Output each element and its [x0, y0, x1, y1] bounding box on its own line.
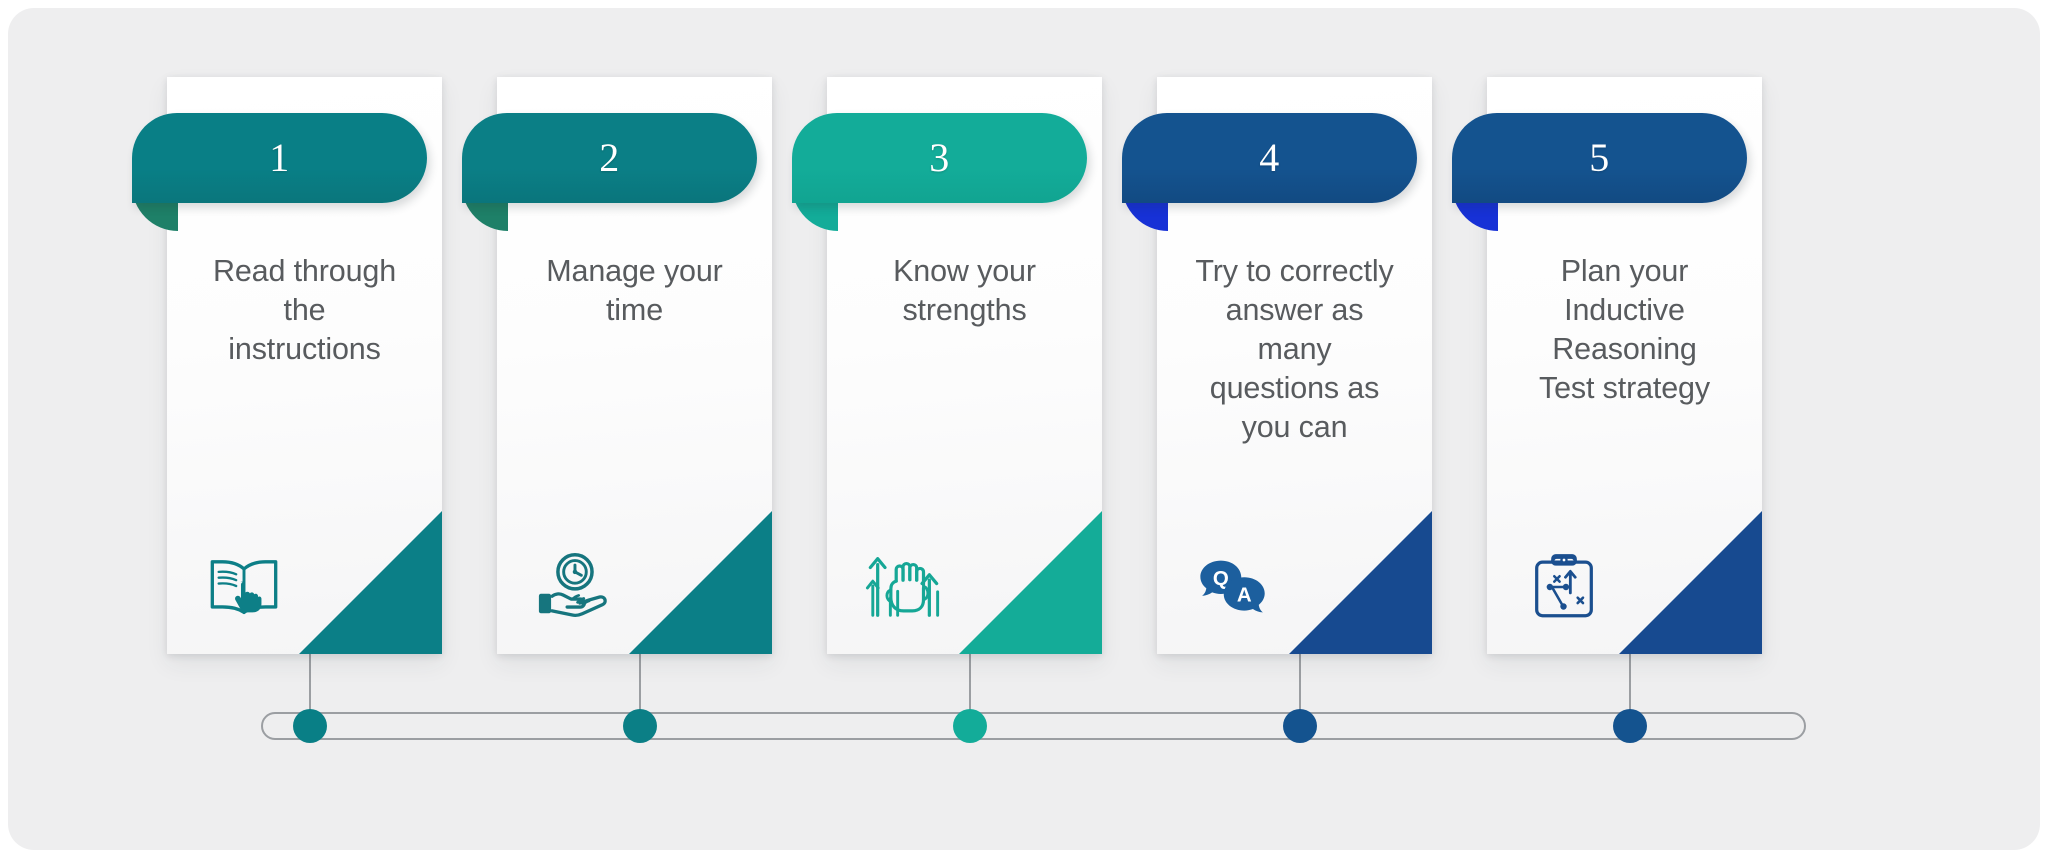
- step-card-1[interactable]: Read through the instructions: [167, 77, 442, 654]
- step-title-1: Read through the instructions: [212, 254, 397, 366]
- open-book-with-pointing-hand-icon: [205, 550, 283, 622]
- step-card-2[interactable]: Manage your time: [497, 77, 772, 654]
- svg-text:A: A: [1237, 584, 1252, 607]
- progress-timeline-track[interactable]: [261, 712, 1806, 740]
- question-answer-speech-bubbles-icon: QA: [1195, 550, 1273, 622]
- step-card-3[interactable]: Know your strengths: [827, 77, 1102, 654]
- card-corner-triangle: [1619, 511, 1762, 654]
- step-card-4[interactable]: Try to correctly answer as many question…: [1157, 77, 1432, 654]
- timeline-node-3[interactable]: [953, 709, 987, 743]
- infographic-root: Read through the instructions 1 Manage you…: [0, 0, 2048, 858]
- step-title-2: Manage your time: [546, 254, 723, 327]
- timeline-node-4[interactable]: [1283, 709, 1317, 743]
- card-corner-triangle: [299, 511, 442, 654]
- hand-holding-clock-icon: [535, 550, 613, 622]
- step-title-5: Plan your Inductive Reasoning Test strat…: [1539, 254, 1710, 405]
- step-title-4: Try to correctly answer as many question…: [1195, 254, 1394, 444]
- timeline-node-5[interactable]: [1613, 709, 1647, 743]
- infographic-canvas: Read through the instructions 1 Manage you…: [8, 8, 2040, 850]
- step-title-3: Know your strengths: [893, 254, 1036, 327]
- card-corner-triangle: [959, 511, 1102, 654]
- step-card-5[interactable]: Plan your Inductive Reasoning Test strat…: [1487, 77, 1762, 654]
- card-corner-triangle: [629, 511, 772, 654]
- clipboard-strategy-plan-icon: [1525, 550, 1603, 622]
- timeline-node-1[interactable]: [293, 709, 327, 743]
- raised-fist-with-up-arrows-icon: [865, 550, 943, 622]
- card-corner-triangle: [1289, 511, 1432, 654]
- timeline-node-2[interactable]: [623, 709, 657, 743]
